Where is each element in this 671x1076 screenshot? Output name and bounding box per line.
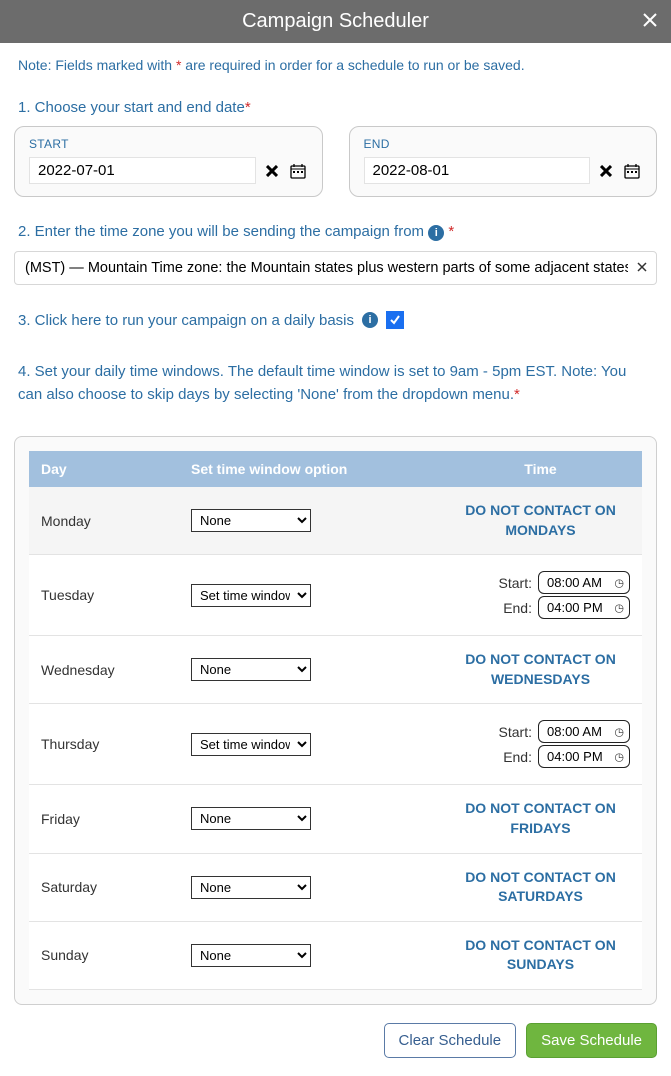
section-3-row: 3. Click here to run your campaign on a … xyxy=(0,285,671,329)
start-date-input[interactable] xyxy=(29,157,256,184)
end-date-box: END xyxy=(349,126,658,197)
option-cell: NoneSet time windows: xyxy=(179,487,439,555)
option-cell: NoneSet time windows: xyxy=(179,853,439,921)
table-row: Saturday NoneSet time windows: DO NOT CONT… xyxy=(29,853,642,921)
section-1-title: 1. Choose your start and end date* xyxy=(0,73,671,126)
day-cell: Tuesday xyxy=(29,555,179,636)
modal-title: Campaign Scheduler xyxy=(242,10,429,33)
start-time-input[interactable] xyxy=(538,720,630,743)
time-cell: Start:◷End:◷ xyxy=(439,704,642,785)
end-time-input[interactable] xyxy=(538,745,630,768)
end-label: End: xyxy=(503,600,532,616)
day-cell: Thursday xyxy=(29,704,179,785)
clear-start-icon[interactable] xyxy=(262,161,282,181)
note-prefix: Note: Fields marked with xyxy=(18,57,176,73)
table-row: Wednesday NoneSet time windows: DO NOT CON… xyxy=(29,636,642,704)
end-date-input[interactable] xyxy=(364,157,591,184)
table-row: Tuesday NoneSet time windows: Start:◷End:◷ xyxy=(29,555,642,636)
time-window-select[interactable]: NoneSet time windows: xyxy=(191,584,311,607)
info-icon[interactable]: i xyxy=(362,312,378,328)
start-label: Start: xyxy=(499,724,532,740)
do-not-contact-text: DO NOT CONTACT ON SATURDAYS xyxy=(439,853,642,921)
required-star: * xyxy=(514,386,520,403)
start-date-box: START xyxy=(14,126,323,197)
start-label: START xyxy=(29,137,308,151)
clear-schedule-button[interactable]: Clear Schedule xyxy=(384,1023,517,1058)
table-row: Thursday NoneSet time windows: Start:◷End:… xyxy=(29,704,642,785)
time-cell: Start:◷End:◷ xyxy=(439,555,642,636)
required-star: * xyxy=(448,223,454,240)
option-cell: NoneSet time windows: xyxy=(179,785,439,853)
close-icon[interactable] xyxy=(643,10,657,33)
section-2-title: 2. Enter the time zone you will be sendi… xyxy=(0,197,671,251)
time-window-select[interactable]: NoneSet time windows: xyxy=(191,807,311,830)
th-day: Day xyxy=(29,451,179,487)
day-cell: Wednesday xyxy=(29,636,179,704)
table-row: Sunday NoneSet time windows: DO NOT CONTAC… xyxy=(29,921,642,989)
modal-header: Campaign Scheduler xyxy=(0,0,671,43)
info-icon[interactable]: i xyxy=(428,225,444,241)
option-cell: NoneSet time windows: xyxy=(179,555,439,636)
time-window-select[interactable]: NoneSet time windows: xyxy=(191,876,311,899)
clear-end-icon[interactable] xyxy=(596,161,616,181)
start-label: Start: xyxy=(499,575,532,591)
time-window-select[interactable]: NoneSet time windows: xyxy=(191,944,311,967)
end-label: End: xyxy=(503,749,532,765)
do-not-contact-text: DO NOT CONTACT ON WEDNESDAYS xyxy=(439,636,642,704)
table-row: Friday NoneSet time windows: DO NOT CONTAC… xyxy=(29,785,642,853)
calendar-icon[interactable] xyxy=(622,161,642,181)
end-label: END xyxy=(364,137,643,151)
save-schedule-button[interactable]: Save Schedule xyxy=(526,1023,657,1058)
day-cell: Sunday xyxy=(29,921,179,989)
do-not-contact-text: DO NOT CONTACT ON SUNDAYS xyxy=(439,921,642,989)
time-window-select[interactable]: NoneSet time windows: xyxy=(191,658,311,681)
table-row: Monday NoneSet time windows: DO NOT CONTAC… xyxy=(29,487,642,555)
clear-timezone-icon[interactable] xyxy=(637,259,647,277)
day-cell: Friday xyxy=(29,785,179,853)
day-cell: Monday xyxy=(29,487,179,555)
day-cell: Saturday xyxy=(29,853,179,921)
required-note: Note: Fields marked with * are required … xyxy=(0,43,671,73)
time-window-select[interactable]: NoneSet time windows: xyxy=(191,509,311,532)
do-not-contact-text: DO NOT CONTACT ON MONDAYS xyxy=(439,487,642,555)
timezone-input[interactable] xyxy=(14,251,657,285)
schedule-panel: Day Set time window option Time Monday No… xyxy=(14,436,657,1005)
required-star: * xyxy=(245,99,251,116)
section-3-title: 3. Click here to run your campaign on a … xyxy=(18,312,354,329)
note-suffix: are required in order for a schedule to … xyxy=(181,57,524,73)
schedule-table: Day Set time window option Time Monday No… xyxy=(29,451,642,990)
time-window-select[interactable]: NoneSet time windows: xyxy=(191,733,311,756)
option-cell: NoneSet time windows: xyxy=(179,704,439,785)
option-cell: NoneSet time windows: xyxy=(179,636,439,704)
do-not-contact-text: DO NOT CONTACT ON FRIDAYS xyxy=(439,785,642,853)
calendar-icon[interactable] xyxy=(288,161,308,181)
section-4-title: 4. Set your daily time windows. The defa… xyxy=(0,329,671,416)
option-cell: NoneSet time windows: xyxy=(179,921,439,989)
th-time: Time xyxy=(439,451,642,487)
daily-checkbox[interactable] xyxy=(386,311,404,329)
start-time-input[interactable] xyxy=(538,571,630,594)
th-option: Set time window option xyxy=(179,451,439,487)
end-time-input[interactable] xyxy=(538,596,630,619)
